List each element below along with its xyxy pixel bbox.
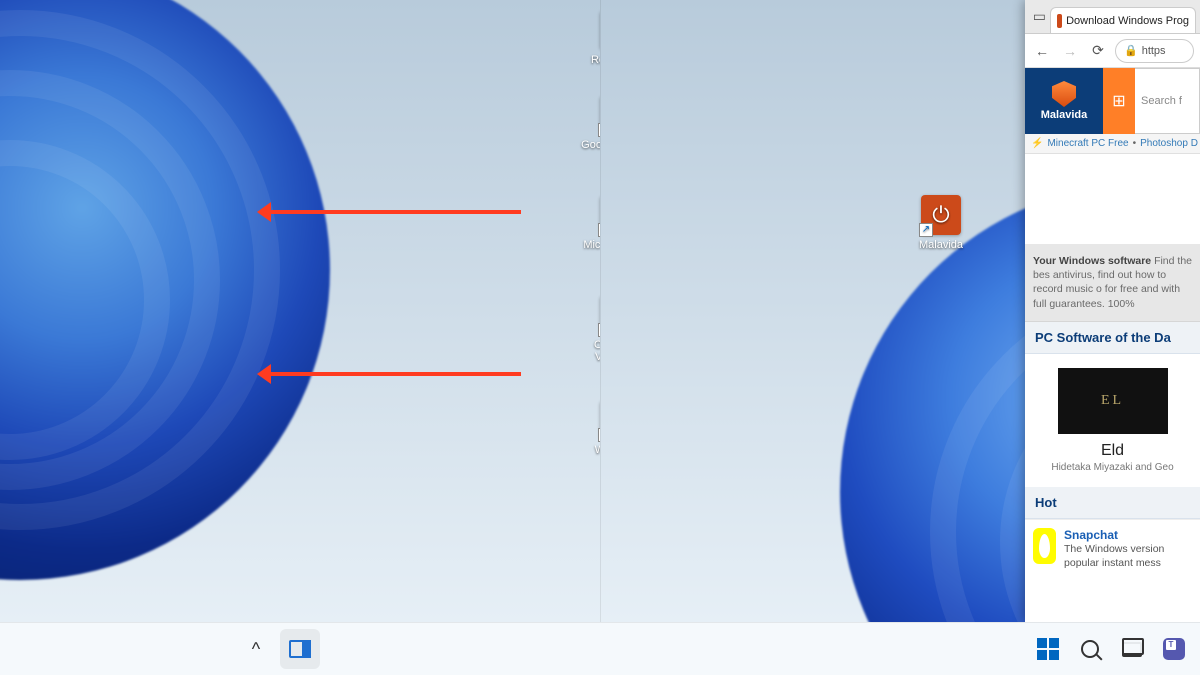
quick-links-bar: ⚡ Minecraft PC Free • Photoshop D bbox=[1025, 134, 1200, 154]
desktop-icon-recycle-bin[interactable]: Recycle Bin bbox=[580, 10, 600, 66]
back-button[interactable]: ← bbox=[1031, 40, 1053, 62]
hot-list-item[interactable]: Snapchat The Windows version popular ins… bbox=[1025, 519, 1200, 579]
quick-link[interactable]: Minecraft PC Free bbox=[1047, 138, 1128, 149]
chat-icon bbox=[1163, 638, 1185, 660]
windows-logo-icon bbox=[1037, 638, 1059, 660]
virtual-desktop-left: Recycle Bin ↗ Google Chrome ↗ Microsoft … bbox=[0, 0, 600, 622]
search-placeholder: Search f bbox=[1141, 95, 1182, 107]
annotation-arrow bbox=[261, 210, 521, 214]
lock-icon: 🔒 bbox=[1124, 44, 1138, 57]
tray-overflow-button[interactable]: ^ bbox=[236, 629, 276, 669]
section-heading: PC Software of the Da bbox=[1025, 322, 1200, 354]
section-heading: Hot bbox=[1025, 487, 1200, 519]
search-icon bbox=[1081, 640, 1099, 658]
taskbar-left[interactable]: ^ bbox=[0, 622, 600, 675]
tab-title: Download Windows Prog bbox=[1066, 15, 1189, 27]
site-header: Malavida ⊞ Search f bbox=[1025, 68, 1200, 134]
task-view-icon bbox=[289, 640, 311, 658]
potd-title: Eld bbox=[1025, 442, 1200, 460]
malavida-icon: ↗ bbox=[921, 195, 961, 235]
hot-item-title: Snapchat bbox=[1064, 528, 1192, 544]
browser-toolbar: ← → ⟳ 🔒 https bbox=[1025, 34, 1200, 68]
icon-label: Google Chrome bbox=[581, 139, 600, 151]
task-view-button[interactable] bbox=[1112, 629, 1152, 669]
start-button[interactable] bbox=[1028, 629, 1068, 669]
desktop-icon-virtualbox[interactable]: ↗ Oracle VM VirtualBox bbox=[580, 295, 600, 363]
icon-label: Malavida bbox=[919, 239, 963, 251]
refresh-button[interactable]: ⟳ bbox=[1087, 40, 1109, 62]
logo-text: Malavida bbox=[1041, 109, 1087, 121]
software-of-the-day[interactable]: EL Eld Hidetaka Miyazaki and Geo bbox=[1025, 354, 1200, 487]
site-logo[interactable]: Malavida bbox=[1025, 68, 1103, 134]
desktop-icon-malavida[interactable]: ↗ Malavida bbox=[901, 195, 981, 251]
tab-actions-button[interactable]: ▭ bbox=[1029, 6, 1050, 28]
desktop-icon-google-chrome[interactable]: ↗ Google Chrome bbox=[580, 95, 600, 151]
icon-label: Recycle Bin bbox=[591, 54, 600, 66]
platform-tab-windows[interactable]: ⊞ bbox=[1103, 68, 1135, 134]
desktop-icon-microsoft-edge[interactable]: ↗ Microsoft Edge bbox=[580, 195, 600, 251]
icon-label: Microsoft Edge bbox=[583, 239, 600, 251]
task-view-icon bbox=[1122, 642, 1142, 657]
bolt-icon: ⚡ bbox=[1031, 138, 1043, 149]
shield-icon bbox=[1052, 81, 1076, 107]
forward-button[interactable]: → bbox=[1059, 40, 1081, 62]
snapchat-icon bbox=[1033, 528, 1056, 564]
hot-item-desc: The Windows version popular instant mess bbox=[1064, 543, 1164, 569]
browser-tab-strip: ▭ Download Windows Prog bbox=[1025, 0, 1200, 34]
site-search-input[interactable]: Search f bbox=[1135, 68, 1200, 134]
potd-thumbnail: EL bbox=[1058, 368, 1168, 434]
annotation-arrow bbox=[261, 372, 521, 376]
url-text: https bbox=[1142, 45, 1166, 57]
promo-banner: Your Windows software Find the bes antiv… bbox=[1025, 244, 1200, 322]
browser-window[interactable]: ▭ Download Windows Prog ← → ⟳ 🔒 https bbox=[1025, 0, 1200, 622]
browser-tab[interactable]: Download Windows Prog bbox=[1050, 7, 1196, 33]
search-button[interactable] bbox=[1070, 629, 1110, 669]
desktop-icon-whatsapp[interactable]: ↗ WhatsApp bbox=[580, 400, 600, 456]
potd-subtitle: Hidetaka Miyazaki and Geo bbox=[1025, 460, 1200, 473]
virtual-desktop-right: ↗ Malavida ▭ Download Windows Prog ← → ⟳… bbox=[600, 0, 1200, 622]
favicon-icon bbox=[1057, 14, 1062, 28]
address-bar[interactable]: 🔒 https bbox=[1115, 39, 1194, 63]
chat-button[interactable] bbox=[1154, 629, 1194, 669]
taskbar-right[interactable] bbox=[600, 622, 1200, 675]
task-view-button[interactable] bbox=[280, 629, 320, 669]
quick-link[interactable]: Photoshop D bbox=[1140, 138, 1198, 149]
